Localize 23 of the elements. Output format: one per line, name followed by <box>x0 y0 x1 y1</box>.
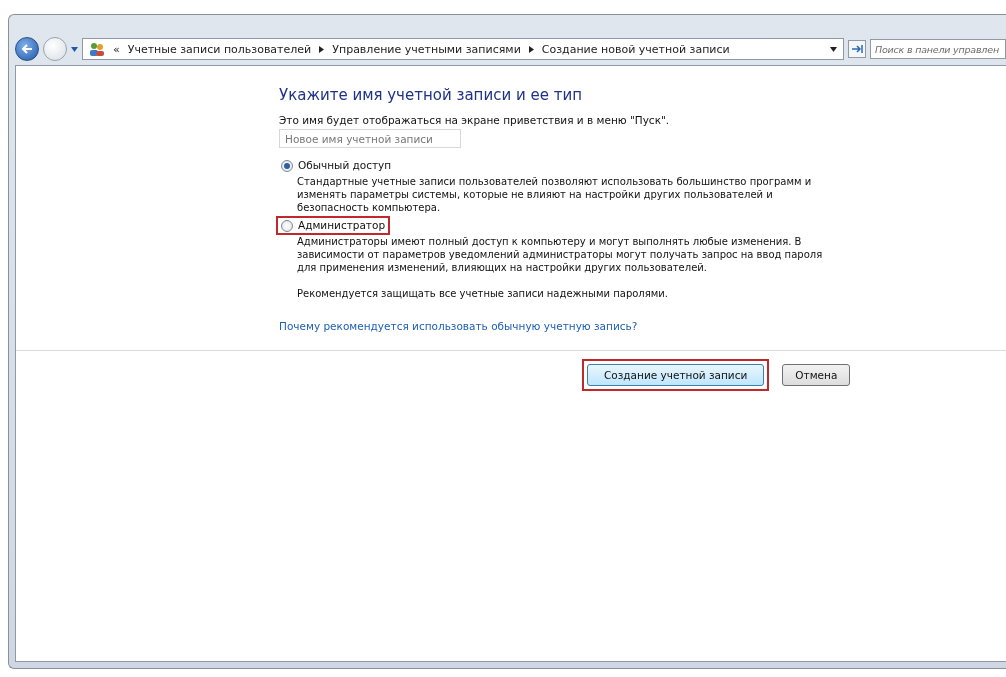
back-arrow-icon <box>21 44 33 54</box>
address-bar[interactable]: « Учетные записи пользователей Управление учетными записями Создание новой учетной записи <box>82 38 844 60</box>
back-button[interactable] <box>15 37 39 61</box>
breadcrumb-overflow[interactable]: « <box>113 42 120 56</box>
option-description: Стандартные учетные записи пользователей позволяют использовать большинство программ и изменять параметры системы, которые не влияют на настройки других пользователей и безопасность компьютера. <box>297 175 813 214</box>
account-name-field[interactable]: Новое имя учетной записи <box>279 129 461 148</box>
dropdown-caret-icon[interactable] <box>830 46 837 52</box>
cancel-button[interactable]: Отмена <box>782 364 851 386</box>
chevron-right-icon[interactable] <box>319 45 325 53</box>
option-description: Рекомендуется защищать все учетные записи надежными паролями. <box>297 287 669 300</box>
users-icon <box>89 42 105 56</box>
create-account-button[interactable]: Создание учетной записи <box>587 364 765 386</box>
breadcrumb[interactable]: Управление учетными записями <box>332 42 521 56</box>
search-field[interactable]: Поиск в панели управлен <box>870 39 1006 59</box>
breadcrumb[interactable]: Учетные записи пользователей <box>127 42 312 56</box>
help-link[interactable]: Почему рекомендуется использовать обычную учетную запись? <box>279 320 1006 332</box>
page-heading: Укажите имя учетной записи и ее тип <box>279 86 583 104</box>
highlighted-radio-option[interactable]: Администратор <box>276 216 391 235</box>
chevron-right-icon[interactable] <box>528 45 534 53</box>
option-description: Администраторы имеют полный доступ к компьютеру и могут выполнять любые изменения. В зависимости от параметров уведомлений администраторы могут получать запрос на ввод пароля для применения изменений, влияющих на настройки других пользователей. <box>297 235 824 274</box>
name-hint: Это имя будет отображаться на экране приветствия и в меню "Пуск". <box>279 114 671 127</box>
breadcrumb[interactable]: Создание новой учетной записи <box>541 42 730 56</box>
radio-option[interactable]: Обычный доступ <box>276 156 397 175</box>
